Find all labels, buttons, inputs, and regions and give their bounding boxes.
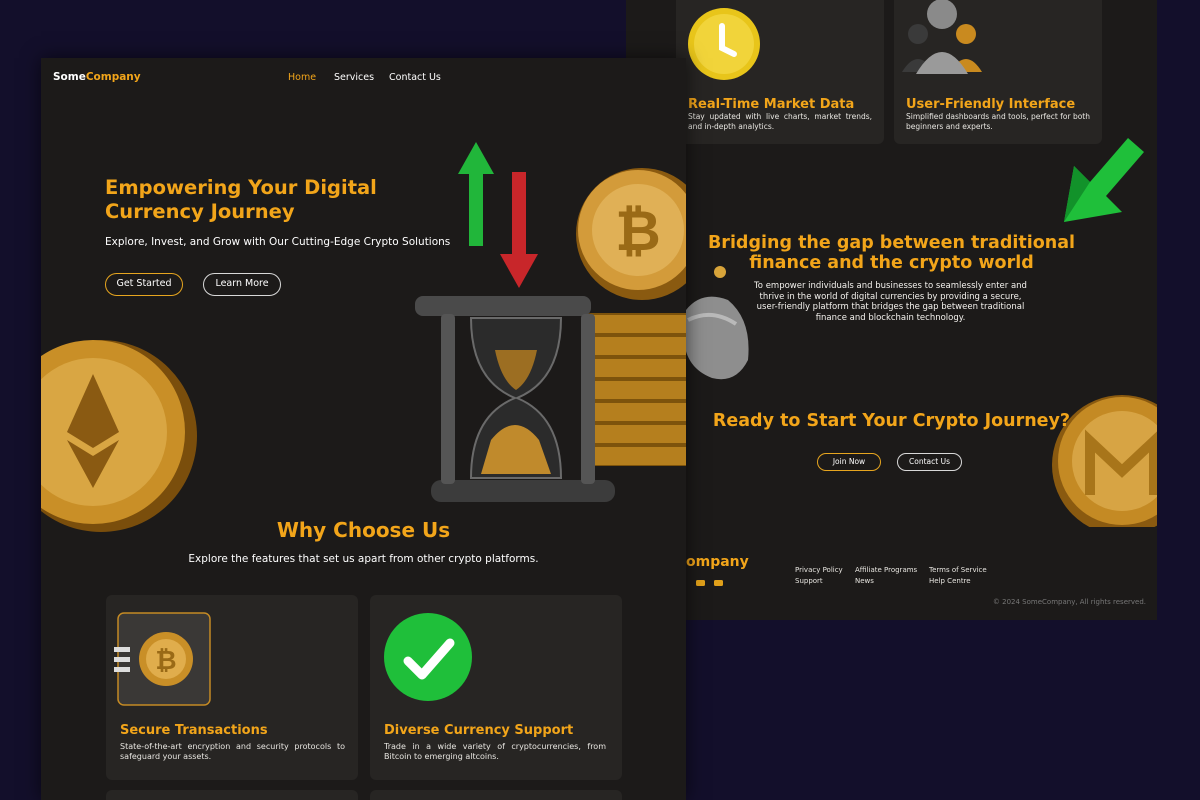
feature-description: Trade in a wide variety of cryptocurrenc… [384,742,606,761]
silver-coin-icon [684,266,749,380]
footer-link-help[interactable]: Help Centre [929,577,971,585]
page-preview-upper: SomeCompany Home Services Contact Us Emp… [41,58,686,800]
footer-link-affiliate[interactable]: Affiliate Programs [855,566,917,574]
hero-title-line2: Currency Journey [105,200,295,223]
logo-company: Company [85,71,141,83]
feature-card-diverse: Diverse Currency Support Trade in a wide… [370,595,622,780]
monero-coin-icon [1052,395,1157,530]
footer-logo[interactable]: ompany [686,554,749,570]
footer-link-terms[interactable]: Terms of Service [929,566,987,574]
green-arrow-icon [1064,138,1144,222]
page-preview-lower: Real-Time Market Data Stay updated with … [626,0,1157,620]
svg-text:₿: ₿ [155,646,176,676]
copyright: © 2024 SomeCompany, All rights reserved. [992,598,1146,606]
feature-description: State-of-the-art encryption and security… [120,742,345,761]
footer-link-privacy[interactable]: Privacy Policy [795,566,843,574]
feature-card-market-data: Real-Time Market Data Stay updated with … [676,0,884,144]
feature-title: User-Friendly Interface [906,97,1076,112]
svg-text:₿: ₿ [615,199,661,264]
why-title: Why Choose Us [276,518,451,542]
feature-title: Secure Transactions [120,723,268,738]
users-icon [902,0,982,74]
get-started-button[interactable]: Get Started [105,273,183,296]
ethereum-coin-icon [41,340,197,532]
feature-description: Stay updated with live charts, market tr… [688,112,872,131]
footer: ompany Privacy Policy Support Affiliate … [626,527,1157,620]
social-icons[interactable] [696,579,728,587]
why-subtitle: Explore the features that set us apart f… [188,553,539,565]
mission-title: Bridging the gap between traditional fin… [626,233,1157,273]
logo-some: Some [53,71,86,83]
mission-title-line1: Bridging the gap between traditional [707,233,1076,253]
feature-card-partial [370,790,622,800]
feature-card-partial [106,790,358,800]
mission-title-line2: finance and the crypto world [749,253,1034,273]
nav-home[interactable]: Home [288,72,316,83]
hero-title: Empowering Your Digital Currency Journey [105,176,377,224]
trade-arrows-icon [458,142,538,288]
feature-title: Real-Time Market Data [688,97,855,112]
feature-card-user-friendly: User-Friendly Interface Simplified dashb… [894,0,1102,144]
logo[interactable]: SomeCompany [53,71,141,83]
feature-title: Diverse Currency Support [384,723,574,738]
safe-bitcoin-icon: ₿ [114,612,211,706]
hourglass-icon [415,296,615,502]
join-now-button[interactable]: Join Now [817,453,881,471]
footer-link-news[interactable]: News [855,577,874,585]
cta-title: Ready to Start Your Crypto Journey? [712,411,1071,431]
footer-link-support[interactable]: Support [795,577,823,585]
hero-subtitle: Explore, Invest, and Grow with Our Cutti… [105,236,451,248]
nav-services[interactable]: Services [334,72,374,83]
feature-description: Simplified dashboards and tools, perfect… [906,112,1090,131]
feature-card-secure: ₿ Secure Transactions State-of-the-art e… [106,595,358,780]
learn-more-button[interactable]: Learn More [203,273,281,296]
checkmark-icon [384,613,472,701]
mission-text: To empower individuals and businesses to… [754,281,1027,323]
clock-icon [688,8,760,80]
nav-contact[interactable]: Contact Us [389,72,441,83]
hero-title-line1: Empowering Your Digital [105,176,377,199]
cta-contact-button[interactable]: Contact Us [897,453,962,471]
